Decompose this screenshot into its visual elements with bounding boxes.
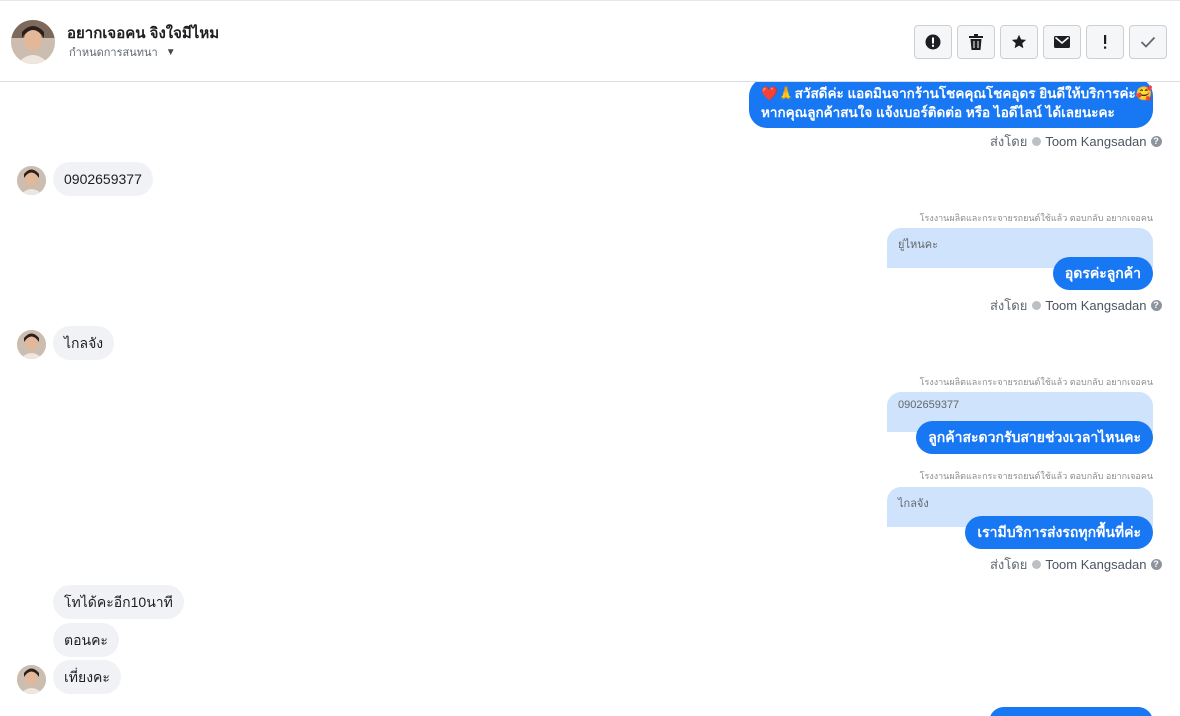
contact-avatar-small[interactable]: [17, 166, 46, 195]
reply-note: โรงงานผลิตและกระจายรถยนต์ใช้แล้ว ตอบกลับ…: [919, 471, 1153, 481]
help-icon[interactable]: ?: [1150, 136, 1162, 147]
conversation-label-dropdown[interactable]: กำหนดการสนทนา ▼: [69, 43, 176, 61]
follow-up-button[interactable]: [1086, 25, 1124, 59]
alert-icon: [925, 34, 941, 50]
sent-by-label: ส่งโดย: [990, 557, 1028, 572]
message-line: หากคุณลูกค้าสนใจ แจ้งเบอร์ติดต่อ หรือ ไอ…: [761, 105, 1115, 120]
caret-down-icon: ▼: [165, 46, 176, 58]
outgoing-message[interactable]: ลูกค้าสะดวกรับสายช่วงเวลาไหนคะ: [916, 421, 1153, 454]
message-feed[interactable]: ❤️🙏สวัสดีค่ะ แอดมินจากร้านโชคคุณโชคอุดร …: [0, 82, 1180, 716]
incoming-message[interactable]: ตอนคะ: [53, 623, 119, 657]
outgoing-message[interactable]: เรามีบริการส่งรถทุกพื้นที่ค่ะ: [965, 516, 1153, 549]
sent-by-row: ส่งโดย Toom Kangsadan ?: [990, 131, 1162, 152]
page-icon: [1032, 301, 1042, 310]
star-button[interactable]: [1000, 25, 1038, 59]
delete-button[interactable]: [957, 25, 995, 59]
incoming-message[interactable]: 0902659377: [53, 162, 153, 196]
reply-note: โรงงานผลิตและกระจายรถยนต์ใช้แล้ว ตอบกลับ…: [919, 213, 1153, 223]
help-icon[interactable]: ?: [1150, 559, 1162, 570]
reply-note: โรงงานผลิตและกระจายรถยนต์ใช้แล้ว ตอบกลับ…: [919, 377, 1153, 387]
outgoing-message[interactable]: ❤️🙏สวัสดีค่ะ แอดมินจากร้านโชคคุณโชคอุดร …: [749, 82, 1153, 128]
trash-icon: [969, 34, 983, 50]
star-icon: [1011, 34, 1027, 49]
incoming-message[interactable]: ไกลจัง: [53, 326, 115, 360]
agent-name[interactable]: Toom Kangsadan: [1045, 557, 1146, 572]
message-line: ❤️🙏สวัสดีค่ะ แอดมินจากร้านโชคคุณโชคอุดร …: [761, 86, 1153, 101]
contact-avatar-small[interactable]: [17, 665, 46, 694]
contact-avatar-small[interactable]: [17, 330, 46, 359]
mark-unread-button[interactable]: [1043, 25, 1081, 59]
conversation-label: กำหนดการสนทนา: [69, 47, 158, 59]
help-icon[interactable]: ?: [1150, 300, 1162, 311]
contact-avatar[interactable]: [11, 20, 55, 64]
exclamation-icon: [1104, 35, 1107, 49]
conversation-header: อยากเจอคน จิงใจมีไหม กำหนดการสนทนา ▼: [0, 0, 1180, 82]
check-icon: [1140, 36, 1156, 48]
incoming-message[interactable]: โทได้คะอีก10นาที: [53, 585, 184, 619]
agent-name[interactable]: Toom Kangsadan: [1045, 134, 1146, 149]
sent-by-label: ส่งโดย: [990, 134, 1028, 149]
mail-icon: [1054, 36, 1070, 48]
header-toolbar: [914, 25, 1172, 59]
incoming-message[interactable]: เที่ยงคะ: [53, 660, 121, 694]
sent-by-row: ส่งโดย Toom Kangsadan ?: [990, 554, 1162, 575]
outgoing-message[interactable]: [989, 707, 1153, 716]
contact-name: อยากเจอคน จิงใจมีไหม: [67, 25, 220, 42]
sent-by-label: ส่งโดย: [990, 298, 1028, 313]
mark-spam-button[interactable]: [914, 25, 952, 59]
page-icon: [1032, 560, 1042, 569]
sent-by-row: ส่งโดย Toom Kangsadan ?: [990, 295, 1162, 316]
outgoing-message[interactable]: อุดรค่ะลูกค้า: [1052, 257, 1153, 290]
agent-name[interactable]: Toom Kangsadan: [1045, 298, 1146, 313]
mark-done-button[interactable]: [1129, 25, 1167, 59]
page-icon: [1032, 137, 1042, 146]
